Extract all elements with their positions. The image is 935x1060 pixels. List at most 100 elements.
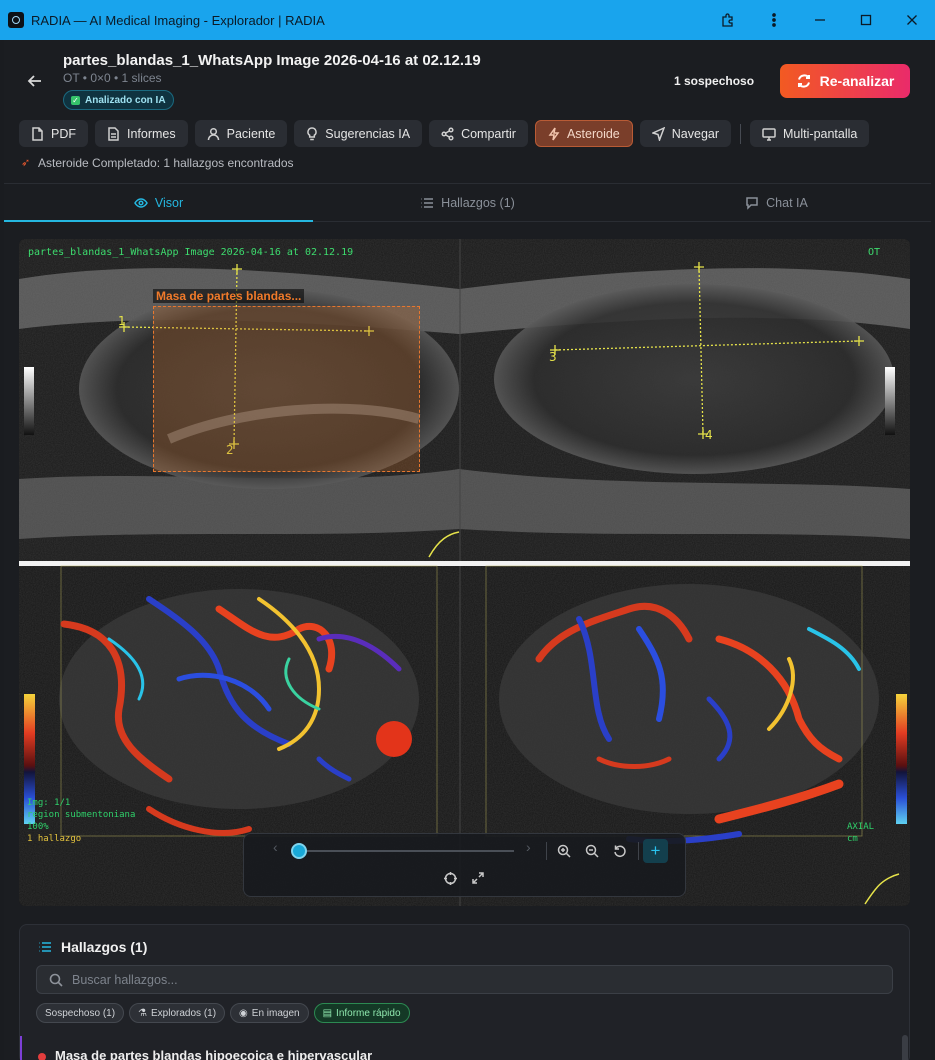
sugerencias-button[interactable]: Sugerencias IA [294, 120, 423, 147]
fullscreen-icon[interactable] [469, 869, 487, 887]
file-title: partes_blandas_1_WhatsApp Image 2026-04-… [63, 52, 481, 69]
informes-button[interactable]: Informes [95, 120, 188, 147]
lightbulb-icon [307, 126, 318, 140]
file-meta: OT • 0×0 • 1 slices [63, 71, 162, 85]
next-slice-button[interactable]: › [526, 839, 531, 855]
suspect-count: 1 sospechoso [674, 74, 755, 88]
ai-badge-label: Analizado con IA [85, 94, 166, 106]
finding-bounding-box[interactable] [153, 306, 420, 472]
svg-text:1: 1 [118, 314, 126, 328]
overlay-img-index: Img: 1/1 [27, 798, 71, 808]
window-titlebar: RADIA — AI Medical Imaging - Explorador … [0, 0, 935, 40]
reset-view-icon[interactable] [611, 842, 629, 860]
finding-box-label[interactable]: Masa de partes blandas... [153, 289, 305, 303]
tab-hallazgos-label: Hallazgos (1) [441, 195, 515, 210]
quick-report-label: Informe rápido [336, 1007, 401, 1019]
filter-explorados-label: Explorados (1) [151, 1007, 217, 1019]
slice-slider-thumb[interactable] [291, 843, 307, 859]
controls-divider [638, 842, 639, 860]
user-icon [207, 127, 219, 140]
tab-chat-label: Chat IA [766, 195, 808, 210]
tab-hallazgos[interactable]: Hallazgos (1) [313, 184, 622, 221]
image-viewer[interactable]: 1234 partes_blandas_1_WhatsApp Image 202… [19, 239, 910, 906]
viewer-controls: ‹ › + [243, 833, 686, 897]
tab-chat[interactable]: Chat IA [622, 184, 931, 221]
overlay-modality: OT [867, 247, 880, 258]
reanalyze-button[interactable]: Re-analizar [780, 64, 910, 98]
overlay-region: region submentoniana [27, 810, 136, 820]
lightning-icon [548, 127, 560, 140]
findings-scrollbar[interactable] [902, 1035, 908, 1060]
slice-slider-track[interactable] [299, 850, 514, 852]
zoom-out-icon[interactable] [583, 842, 601, 860]
toolbar-divider [740, 123, 742, 144]
search-icon [49, 973, 63, 987]
filter-en-imagen[interactable]: ◉ En imagen [230, 1003, 309, 1023]
multipantalla-button[interactable]: Multi-pantalla [750, 120, 870, 147]
finding-item[interactable]: Masa de partes blandas hipoecoica e hipe… [20, 1036, 900, 1060]
flask-icon: ⚗ [138, 1007, 148, 1019]
app-logo-icon [8, 12, 24, 28]
filter-sospechoso-label: Sospechoso (1) [45, 1007, 116, 1019]
window-controls [705, 0, 935, 40]
findings-panel: Hallazgos (1) Sospechoso (1) ⚗Explorados… [19, 924, 910, 1060]
arrow-left-icon [27, 75, 41, 87]
svg-text:3: 3 [549, 350, 557, 364]
eye-icon [134, 197, 148, 208]
overlay-orientation: AXIAL cm [847, 821, 874, 845]
add-annotation-button[interactable]: + [643, 839, 668, 863]
minimize-button[interactable] [797, 0, 843, 40]
prev-slice-button[interactable]: ‹ [273, 839, 278, 855]
check-icon: ✓ [71, 95, 80, 105]
app-container: partes_blandas_1_WhatsApp Image 2026-04-… [4, 40, 931, 1060]
pdf-label: PDF [51, 126, 76, 141]
filter-en-imagen-label: En imagen [251, 1007, 300, 1019]
share-icon [441, 126, 454, 141]
quick-report-button[interactable]: ▤ Informe rápido [313, 1003, 410, 1023]
svg-text:4: 4 [705, 428, 713, 442]
navegar-label: Navegar [671, 126, 720, 141]
window-title: RADIA — AI Medical Imaging - Explorador … [31, 12, 325, 28]
view-tabs: Visor Hallazgos (1) Chat IA [4, 184, 931, 222]
filter-sospechoso[interactable]: Sospechoso (1) [36, 1003, 125, 1023]
severity-dot [38, 1053, 46, 1060]
reanalyze-label: Re-analizar [819, 73, 895, 89]
asteroide-button[interactable]: Asteroide [534, 120, 633, 147]
back-button[interactable] [24, 70, 46, 92]
refresh-icon [797, 74, 810, 88]
findings-title: Hallazgos (1) [38, 939, 147, 955]
paciente-label: Paciente [226, 126, 276, 141]
rocket-icon: ➶ [21, 156, 31, 169]
compartir-label: Compartir [461, 126, 516, 141]
analysis-status-text: Asteroide Completado: 1 hallazgos encont… [38, 156, 294, 170]
study-header: partes_blandas_1_WhatsApp Image 2026-04-… [4, 40, 931, 184]
report-icon: ▤ [322, 1007, 333, 1019]
findings-search-input[interactable] [72, 972, 852, 987]
action-toolbar: PDF Informes Paciente Sugerencias IA Com… [19, 120, 870, 147]
informes-label: Informes [127, 126, 176, 141]
finding-item-title: Masa de partes blandas hipoecoica e hipe… [55, 1048, 373, 1060]
maximize-button[interactable] [843, 0, 889, 40]
findings-search[interactable] [36, 965, 893, 994]
chat-icon [746, 196, 758, 210]
monitor-icon [762, 127, 776, 141]
list-icon [39, 942, 51, 952]
paciente-button[interactable]: Paciente [194, 120, 288, 147]
tab-visor-label: Visor [154, 195, 184, 210]
crosshair-icon[interactable] [441, 869, 459, 887]
asteroide-label: Asteroide [566, 126, 620, 141]
compartir-button[interactable]: Compartir [429, 120, 528, 147]
pdf-button[interactable]: PDF [19, 120, 88, 147]
navigation-icon [651, 126, 665, 141]
tab-visor[interactable]: Visor [4, 184, 313, 222]
filter-explorados[interactable]: ⚗ Explorados (1) [129, 1003, 226, 1023]
extensions-icon[interactable] [705, 0, 751, 40]
overlay-zoom: 100% [27, 822, 49, 832]
zoom-in-icon[interactable] [555, 842, 573, 860]
more-menu-icon[interactable] [751, 0, 797, 40]
controls-divider [546, 842, 547, 860]
navegar-button[interactable]: Navegar [639, 120, 732, 147]
ai-analyzed-badge: ✓ Analizado con IA [63, 90, 174, 110]
multipantalla-label: Multi-pantalla [783, 126, 858, 141]
close-button[interactable] [889, 0, 935, 40]
